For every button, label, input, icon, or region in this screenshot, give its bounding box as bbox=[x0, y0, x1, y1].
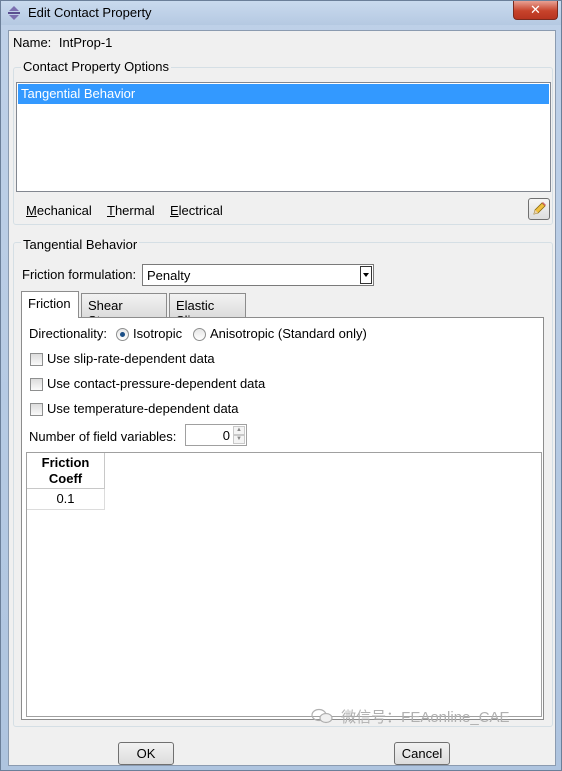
friction-table[interactable]: Friction Coeff 0.1 bbox=[26, 452, 542, 717]
column-header-line1: Friction bbox=[41, 455, 90, 470]
menu-mechanical-label: echanical bbox=[36, 203, 92, 218]
dialog-window: Edit Contact Property ✕ Name: IntProp-1 … bbox=[0, 0, 562, 771]
app-icon bbox=[8, 6, 20, 20]
tab-friction[interactable]: Friction bbox=[21, 291, 79, 318]
chevron-down-icon bbox=[363, 273, 369, 277]
menu-electrical[interactable]: Electrical bbox=[170, 203, 223, 218]
menu-electrical-label: lectrical bbox=[178, 203, 223, 218]
behavior-group-title: Tangential Behavior bbox=[21, 237, 140, 252]
temperature-label[interactable]: Use temperature-dependent data bbox=[47, 401, 239, 416]
name-row: Name: IntProp-1 bbox=[13, 35, 112, 50]
tab-shear-stress[interactable]: Shear Stress bbox=[81, 293, 167, 328]
options-group-title: Contact Property Options bbox=[21, 59, 171, 74]
contact-pressure-label[interactable]: Use contact-pressure-dependent data bbox=[47, 376, 265, 391]
dropdown-arrow[interactable] bbox=[360, 266, 372, 284]
spinner-buttons: ▲ ▼ bbox=[233, 426, 245, 444]
contact-pressure-checkbox[interactable] bbox=[30, 378, 43, 391]
table-cell[interactable]: 0.1 bbox=[27, 489, 105, 510]
watermark: 微信号：FEAonline_CAE bbox=[311, 706, 510, 727]
menu-mechanical[interactable]: Mechanical bbox=[26, 203, 92, 218]
isotropic-radio[interactable] bbox=[116, 328, 129, 341]
field-variables-spinner[interactable]: 0 ▲ ▼ bbox=[185, 424, 247, 446]
directionality-label: Directionality: bbox=[29, 326, 108, 341]
name-label: Name: bbox=[13, 35, 52, 50]
close-icon: ✕ bbox=[530, 2, 541, 17]
spin-up-icon[interactable]: ▲ bbox=[233, 426, 245, 435]
tab-elastic-slip[interactable]: Elastic Slip bbox=[169, 293, 246, 328]
column-header-line2: Coeff bbox=[48, 471, 83, 486]
watermark-text: 微信号：FEAonline_CAE bbox=[341, 709, 510, 726]
window-title: Edit Contact Property bbox=[28, 5, 152, 20]
dialog-body: Name: IntProp-1 Contact Property Options… bbox=[8, 30, 556, 766]
field-variables-value: 0 bbox=[222, 428, 230, 443]
spin-down-icon[interactable]: ▼ bbox=[233, 435, 245, 444]
title-bar[interactable]: Edit Contact Property ✕ bbox=[1, 1, 561, 25]
menu-thermal[interactable]: Thermal bbox=[107, 203, 155, 218]
name-value: IntProp-1 bbox=[58, 35, 113, 50]
slip-rate-checkbox[interactable] bbox=[30, 353, 43, 366]
radio-dot bbox=[120, 332, 125, 337]
wechat-icon bbox=[311, 708, 333, 724]
close-button[interactable]: ✕ bbox=[513, 1, 558, 20]
temperature-checkbox[interactable] bbox=[30, 403, 43, 416]
slip-rate-label[interactable]: Use slip-rate-dependent data bbox=[47, 351, 215, 366]
menu-thermal-label: hermal bbox=[114, 203, 155, 218]
pencil-icon bbox=[533, 202, 546, 215]
anisotropic-radio[interactable] bbox=[193, 328, 206, 341]
field-variables-label: Number of field variables: bbox=[29, 429, 177, 444]
ok-button[interactable]: OK bbox=[118, 742, 174, 765]
friction-formulation-select[interactable]: Penalty bbox=[142, 264, 374, 286]
column-header-friction-coeff: Friction Coeff bbox=[27, 453, 105, 489]
options-listbox[interactable]: Tangential Behavior bbox=[16, 82, 551, 192]
edit-button[interactable] bbox=[528, 198, 550, 220]
friction-formulation-label: Friction formulation: bbox=[22, 267, 137, 282]
friction-formulation-value: Penalty bbox=[147, 268, 191, 283]
cancel-button[interactable]: Cancel bbox=[394, 742, 450, 765]
list-item[interactable]: Tangential Behavior bbox=[18, 84, 549, 104]
anisotropic-label[interactable]: Anisotropic (Standard only) bbox=[210, 326, 367, 341]
isotropic-label[interactable]: Isotropic bbox=[133, 326, 182, 341]
